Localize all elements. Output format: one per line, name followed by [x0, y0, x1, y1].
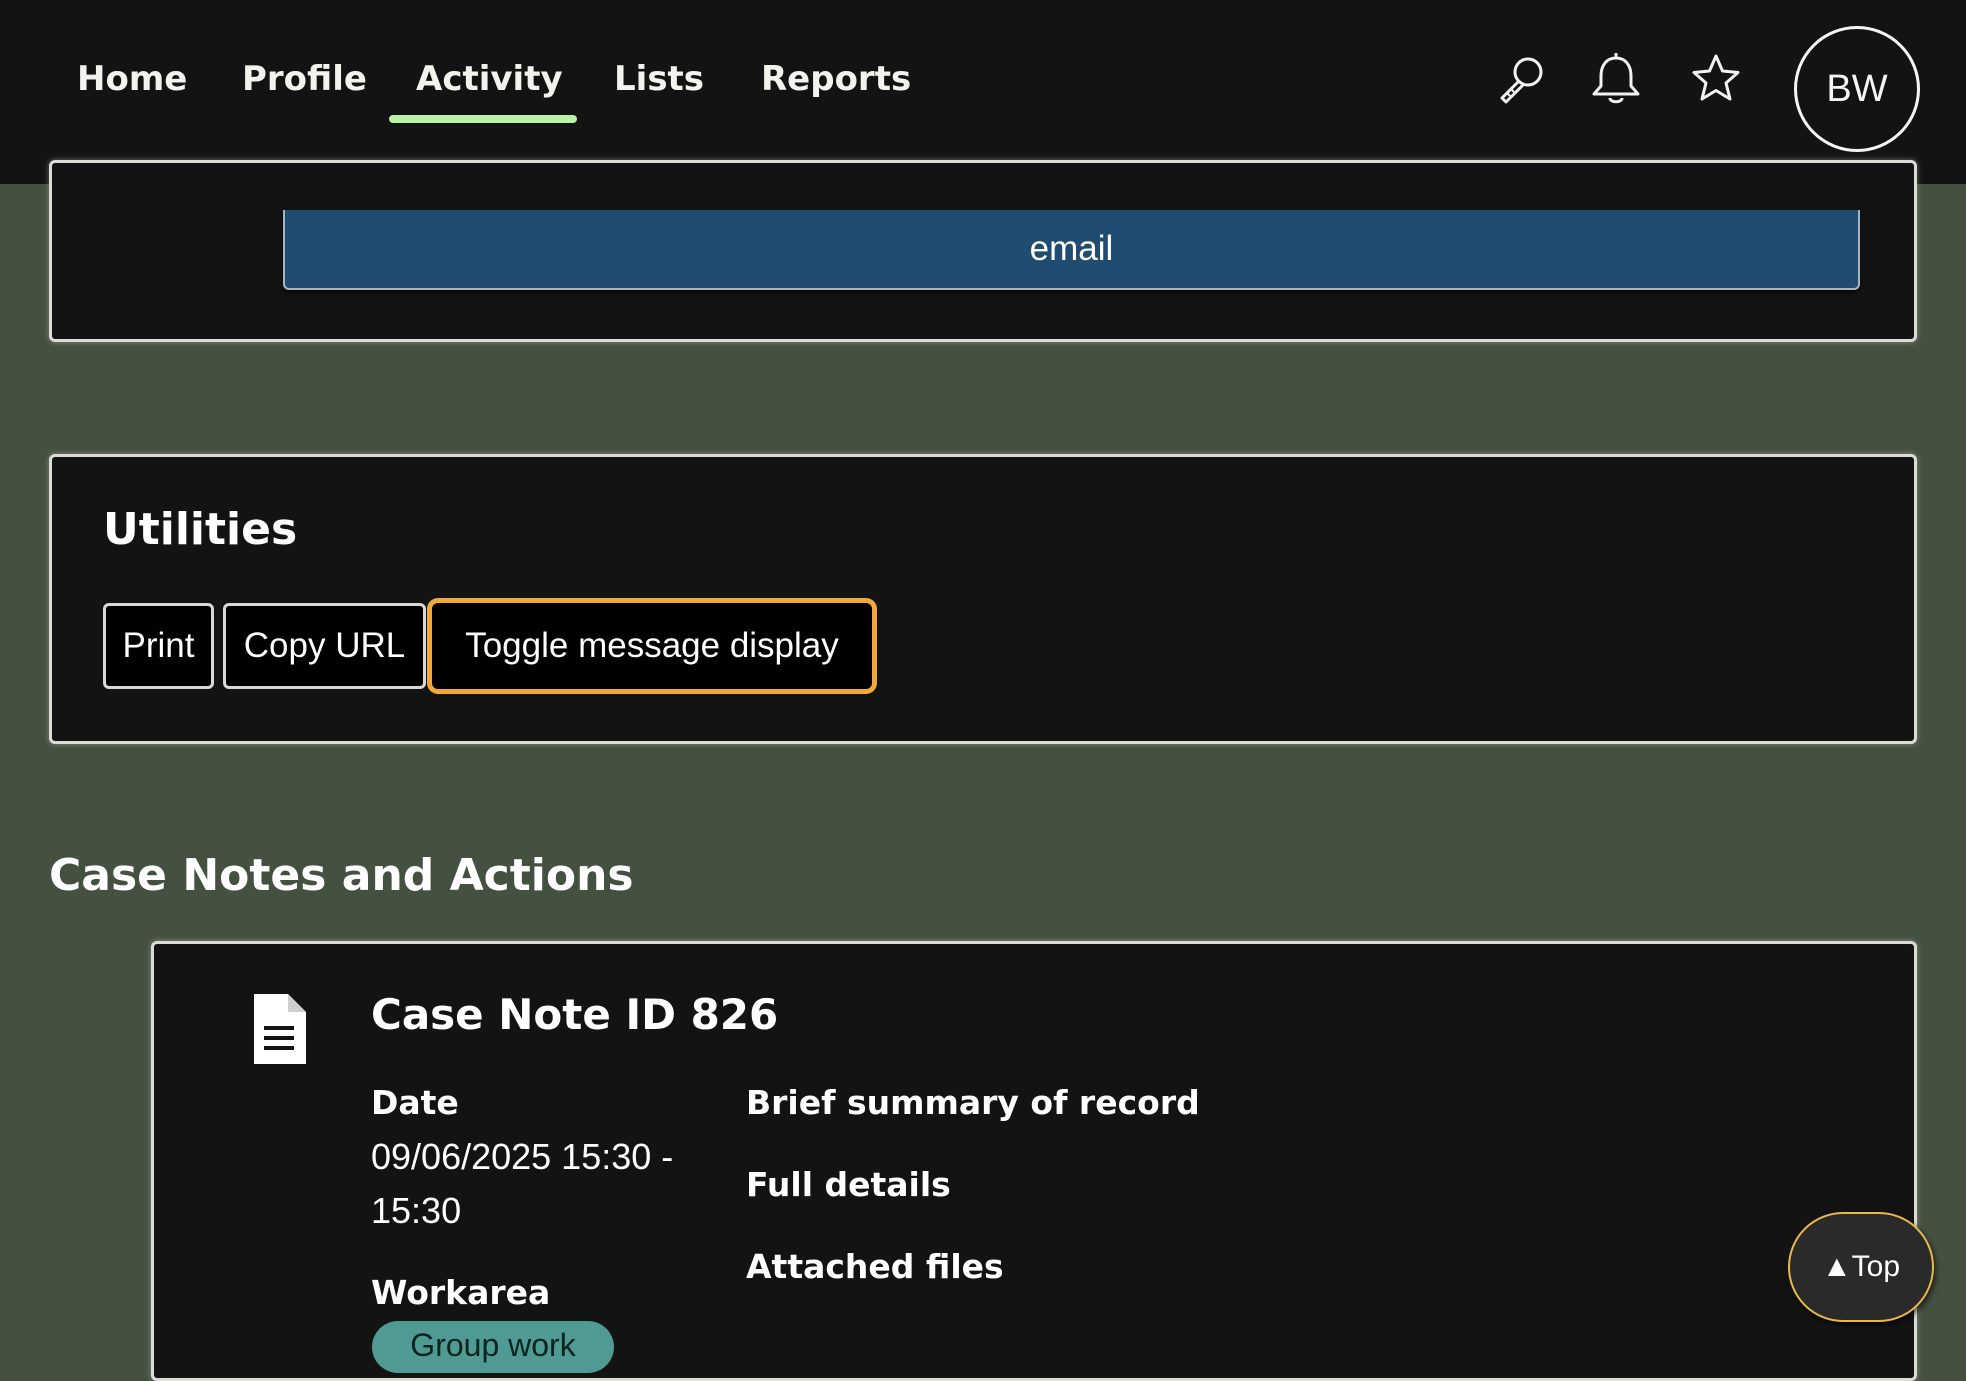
- case-notes-heading: Case Notes and Actions: [49, 850, 634, 901]
- copy-url-button[interactable]: Copy URL: [223, 603, 426, 689]
- search-icon[interactable]: [1490, 50, 1550, 110]
- document-icon: [254, 994, 306, 1064]
- case-note-title: Case Note ID 826: [371, 990, 779, 1039]
- active-tab-indicator: [389, 115, 577, 123]
- full-details-label: Full details: [746, 1165, 951, 1204]
- nav-lists[interactable]: Lists: [614, 54, 704, 104]
- bell-icon[interactable]: [1586, 50, 1646, 110]
- nav-reports[interactable]: Reports: [761, 54, 911, 104]
- nav-profile[interactable]: Profile: [242, 54, 367, 104]
- utilities-panel: [49, 454, 1917, 744]
- nav-home[interactable]: Home: [77, 54, 187, 104]
- email-button[interactable]: email: [283, 210, 1860, 290]
- toggle-message-display-button[interactable]: Toggle message display: [432, 603, 872, 689]
- workarea-tag: Group work: [372, 1321, 614, 1373]
- user-avatar[interactable]: BW: [1794, 26, 1920, 152]
- brief-summary-label: Brief summary of record: [746, 1083, 1200, 1122]
- top-navigation-bar: Home Profile Activity Lists Reports BW: [0, 0, 1966, 184]
- date-label: Date: [371, 1083, 459, 1122]
- nav-activity[interactable]: Activity: [416, 54, 563, 104]
- print-button[interactable]: Print: [103, 603, 214, 689]
- date-value: 09/06/2025 15:30 - 15:30: [371, 1136, 674, 1231]
- utilities-title: Utilities: [103, 504, 298, 555]
- attached-files-label: Attached files: [746, 1247, 1004, 1286]
- back-to-top-button[interactable]: ▲Top: [1788, 1212, 1934, 1322]
- workarea-label: Workarea: [371, 1273, 551, 1312]
- star-icon[interactable]: [1686, 50, 1746, 110]
